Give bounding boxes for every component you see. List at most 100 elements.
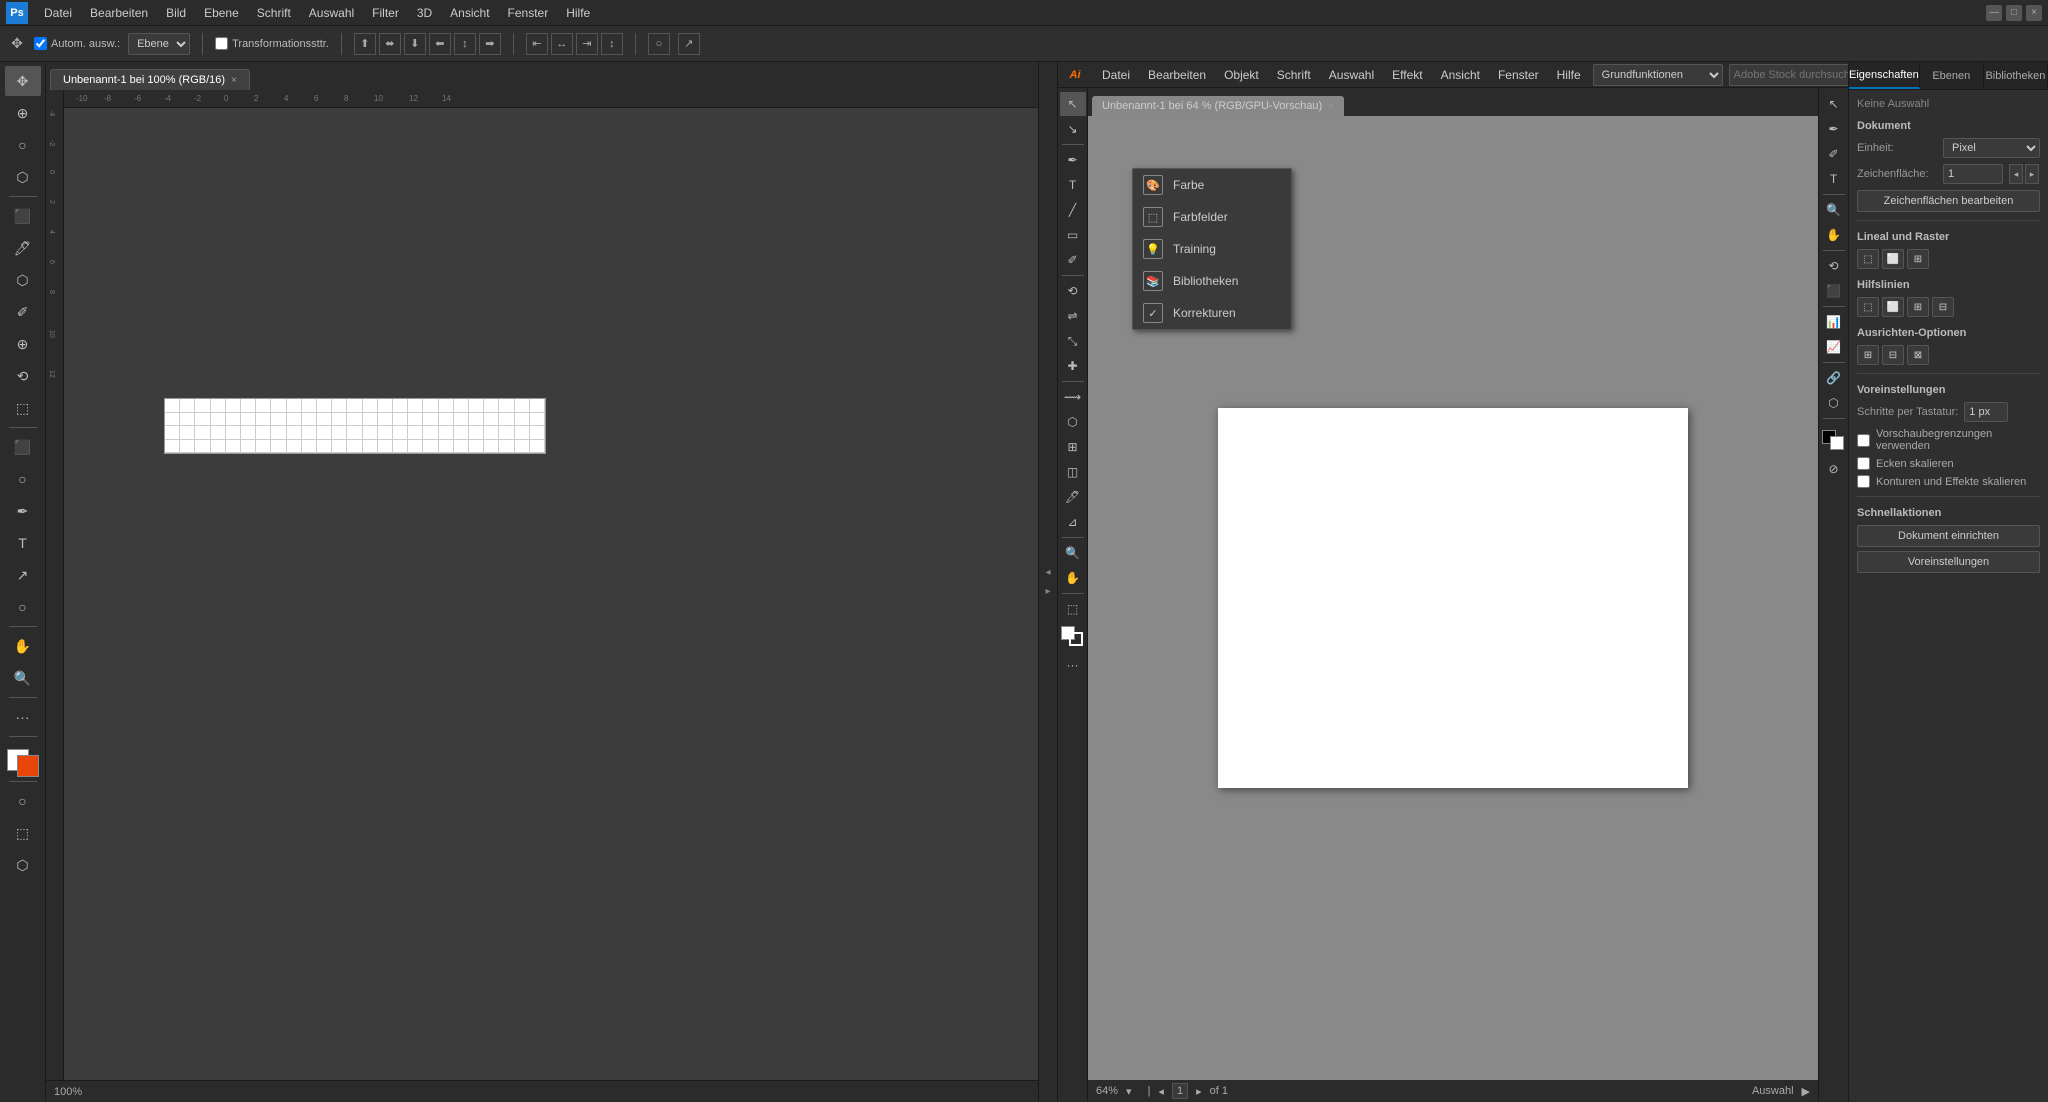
ps-close-btn[interactable]: × [2026, 5, 2042, 21]
ai-canvas-area[interactable]: Unbenannt-1 bei 64 % (RGB/GPU-Vorschau) … [1088, 88, 1818, 1102]
scale-corners-checkbox[interactable] [1857, 457, 1870, 470]
ai-tool-rect[interactable]: ▭ [1060, 223, 1086, 247]
unit-select[interactable]: Pixel [1943, 138, 2040, 158]
ai-artboard-prev[interactable]: ◂ [1158, 1085, 1164, 1098]
ai-tool-line[interactable]: ╱ [1060, 198, 1086, 222]
ps-menu-bearbeiten[interactable]: Bearbeiten [82, 4, 156, 22]
ps-tool-pen[interactable]: ✒ [5, 496, 41, 526]
ps-tool-mask[interactable]: ○ [5, 786, 41, 816]
ps-menu-hilfe[interactable]: Hilfe [558, 4, 598, 22]
ps-canvas-area[interactable]: -10 -8 -6 -4 -2 0 2 4 6 8 10 12 14 -4 -2… [46, 90, 1038, 1080]
ai-tool-zoom[interactable]: 🔍 [1060, 541, 1086, 565]
ps-menu-filter[interactable]: Filter [364, 4, 407, 22]
quick-action-prefs-btn[interactable]: Voreinstellungen [1857, 551, 2040, 573]
ai-tool-mirror[interactable]: ⇌ [1060, 304, 1086, 328]
ai-tool-rotate[interactable]: ⟲ [1060, 279, 1086, 303]
ai-tool-eyedropper[interactable]: 🖊 [1060, 485, 1086, 509]
ai-menu-schrift[interactable]: Schrift [1269, 66, 1319, 84]
scale-strokes-checkbox[interactable] [1857, 475, 1870, 488]
ai-right-tool-crop[interactable]: ⬛ [1821, 279, 1847, 303]
ai-menu-fenster[interactable]: Fenster [1490, 66, 1547, 84]
ai-tool-measure[interactable]: ⊿ [1060, 510, 1086, 534]
guides-icon-4[interactable]: ⊟ [1932, 297, 1954, 317]
ps-tool-lasso[interactable]: ○ [5, 130, 41, 160]
ps-auto-select-checkbox[interactable]: Autom. ausw.: [34, 37, 120, 50]
popup-item-korrekturen[interactable]: ✓ Korrekturen [1133, 297, 1291, 329]
ai-stroke-color[interactable] [1069, 632, 1083, 646]
ps-tab[interactable]: Unbenannt-1 bei 100% (RGB/16) × [50, 69, 250, 90]
ps-distribute-hcenter-icon[interactable]: ↔ [551, 33, 573, 55]
ai-tab[interactable]: Unbenannt-1 bei 64 % (RGB/GPU-Vorschau) … [1092, 96, 1344, 116]
ai-tool-scale[interactable]: ⤡ [1060, 329, 1086, 353]
ai-right-tool-pen[interactable]: ✒ [1821, 117, 1847, 141]
ai-menu-datei[interactable]: Datei [1094, 66, 1138, 84]
ps-menu-3d[interactable]: 3D [409, 4, 440, 22]
ai-color-swatches[interactable] [1060, 622, 1086, 652]
ps-menu-ebene[interactable]: Ebene [196, 4, 247, 22]
ps-tool-heal[interactable]: ⬡ [5, 265, 41, 295]
collapse-right-btn[interactable]: ▸ [1041, 582, 1054, 601]
ai-artboard-current[interactable]: 1 [1172, 1083, 1188, 1099]
ps-fg-color[interactable] [17, 755, 39, 777]
ps-tab-close[interactable]: × [231, 75, 237, 86]
ai-tool-artboard[interactable]: ⬚ [1060, 597, 1086, 621]
quick-action-setup-btn[interactable]: Dokument einrichten [1857, 525, 2040, 547]
ai-tool-gradient[interactable]: ◫ [1060, 460, 1086, 484]
ai-right-tool-brush[interactable]: ✐ [1821, 142, 1847, 166]
ai-tool-select[interactable]: ↖ [1060, 92, 1086, 116]
panel-tab-bibliotheken[interactable]: Bibliotheken [1984, 62, 2048, 89]
ps-maximize-btn[interactable]: □ [2006, 5, 2022, 21]
ps-tool-magic-wand[interactable]: ⬡ [5, 162, 41, 192]
ai-tool-direct-select[interactable]: ↘ [1060, 117, 1086, 141]
ai-right-tool-slices[interactable]: ⬡ [1821, 391, 1847, 415]
ai-right-color-swatches[interactable] [1821, 426, 1847, 456]
ai-tool-puppet[interactable]: ✚ [1060, 354, 1086, 378]
ps-tool-history[interactable]: ⟲ [5, 361, 41, 391]
ai-tab-close[interactable]: × [1328, 101, 1334, 112]
ruler-icon-3[interactable]: ⊞ [1907, 249, 1929, 269]
ai-artboard[interactable] [1218, 408, 1688, 788]
ps-tool-clone[interactable]: ⊕ [5, 329, 41, 359]
ai-preset-select[interactable]: Grundfunktionen [1593, 64, 1723, 86]
ai-tool-mesh[interactable]: ⊞ [1060, 435, 1086, 459]
ps-tool-eraser[interactable]: ⬚ [5, 393, 41, 423]
ps-quick-mask-icon[interactable]: ○ [648, 33, 670, 55]
ai-right-tool-zoom[interactable]: 🔍 [1821, 198, 1847, 222]
popup-item-bibliotheken[interactable]: 📚 Bibliotheken [1133, 265, 1291, 297]
ps-tool-zoom[interactable]: 🔍 [5, 663, 41, 693]
ps-minimize-btn[interactable]: — [1986, 5, 2002, 21]
clip-bounds-checkbox[interactable] [1857, 434, 1870, 447]
ai-zoom-dropdown-btn[interactable]: ▾ [1126, 1085, 1132, 1098]
ps-align-right-icon[interactable]: ➡ [479, 33, 501, 55]
popup-item-farbfelder[interactable]: ⬚ Farbfelder [1133, 201, 1291, 233]
ai-tool-blend[interactable]: ⬡ [1060, 410, 1086, 434]
ai-menu-effekt[interactable]: Effekt [1384, 66, 1430, 84]
ps-tool-frame[interactable]: ⬚ [5, 818, 41, 848]
ps-tool-gradient[interactable]: ⬛ [5, 432, 41, 462]
ps-menu-ansicht[interactable]: Ansicht [442, 4, 497, 22]
snap-icon-2[interactable]: ⊟ [1882, 345, 1904, 365]
ai-artboard-next[interactable]: ▸ [1196, 1085, 1202, 1098]
artboard-increment-btn[interactable]: ▸ [2025, 164, 2039, 184]
ai-tool-brush[interactable]: ✐ [1060, 248, 1086, 272]
ps-layer-select[interactable]: Ebene [128, 33, 190, 55]
ps-menu-fenster[interactable]: Fenster [500, 4, 557, 22]
ps-align-vcenter-icon[interactable]: ⬌ [379, 33, 401, 55]
ai-right-tool-rotate[interactable]: ⟲ [1821, 254, 1847, 278]
ps-tool-hand[interactable]: ✋ [5, 631, 41, 661]
ai-menu-ansicht[interactable]: Ansicht [1433, 66, 1488, 84]
ai-right-tool-select[interactable]: ↖ [1821, 92, 1847, 116]
ps-distribute-left-icon[interactable]: ⇤ [526, 33, 548, 55]
panel-tab-ebenen[interactable]: Ebenen [1920, 62, 1984, 89]
popup-item-training[interactable]: 💡 Training [1133, 233, 1291, 265]
ps-align-hcenter-icon[interactable]: ↕ [454, 33, 476, 55]
ps-tool-dodge[interactable]: ○ [5, 464, 41, 494]
ruler-icon-1[interactable]: ⬚ [1857, 249, 1879, 269]
ps-menu-datei[interactable]: Datei [36, 4, 80, 22]
ps-menu-bild[interactable]: Bild [158, 4, 194, 22]
ai-right-tool-graph[interactable]: 📈 [1821, 335, 1847, 359]
ai-tool-width[interactable]: ⟿ [1060, 385, 1086, 409]
snap-icon-1[interactable]: ⊞ [1857, 345, 1879, 365]
ps-transform-checkbox[interactable]: Transformationssttr. [215, 37, 329, 50]
ai-menu-bearbeiten[interactable]: Bearbeiten [1140, 66, 1214, 84]
